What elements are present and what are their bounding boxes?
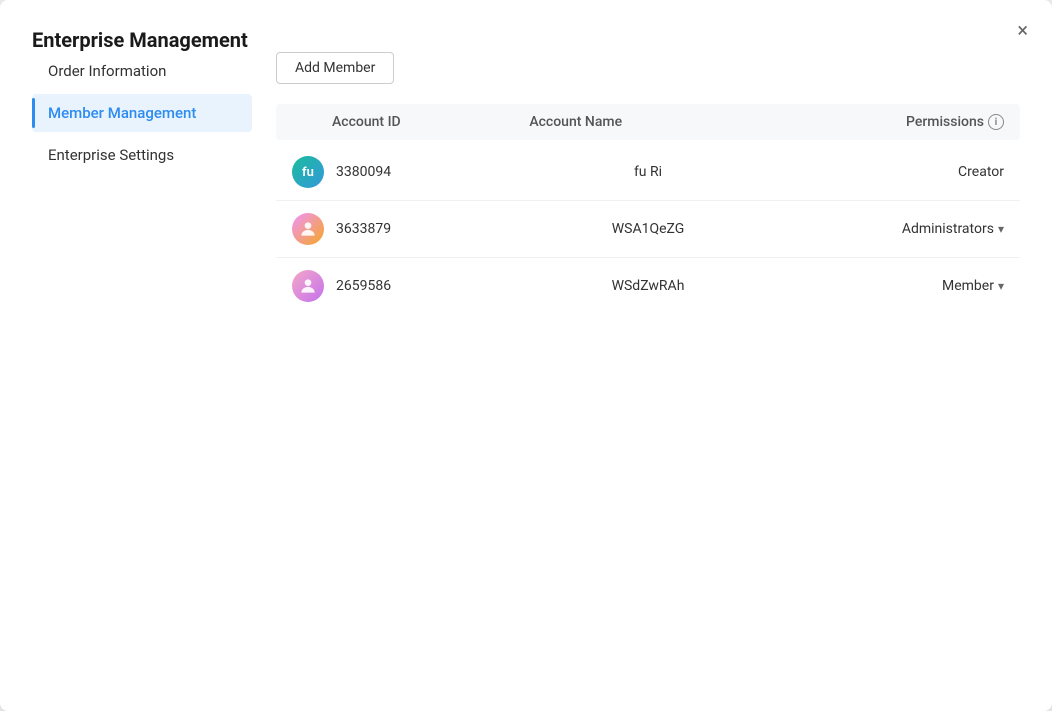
permission-cell-2: Member ▾ — [767, 278, 1004, 294]
permission-label-0: Creator — [958, 164, 1004, 180]
account-id-2: 2659586 — [336, 278, 391, 294]
avatar-1 — [292, 213, 324, 245]
table-header-account-id: Account ID — [292, 114, 529, 130]
permission-dropdown-2[interactable]: ▾ — [998, 279, 1004, 293]
avatar-0: fu — [292, 156, 324, 188]
permissions-info-icon[interactable]: i — [988, 114, 1004, 130]
account-id-cell-1: 3633879 — [292, 213, 529, 245]
table-body: fu3380094fu RiCreator 3633879WSA1QeZGAdm… — [276, 144, 1020, 314]
account-name-0: fu Ri — [529, 164, 766, 180]
enterprise-management-modal: Enterprise Management × Order Informatio… — [0, 0, 1052, 711]
add-member-button[interactable]: Add Member — [276, 52, 394, 84]
members-table: Account IDAccount NamePermissionsi fu 338… — [276, 104, 1020, 314]
table-header-account-name: Account Name — [529, 114, 766, 130]
permission-cell-1: Administrators ▾ — [767, 221, 1004, 237]
close-button[interactable]: × — [1017, 20, 1028, 40]
sidebar: Order Information Member Management Enterp… — [32, 52, 252, 314]
table-row: 3633879 WSA1QeZG Administrators ▾ — [276, 201, 1020, 258]
account-id-cell-0: fu 3380094 — [292, 156, 529, 188]
table-row: 2659586 WSdZwRAh Member ▾ — [276, 258, 1020, 314]
modal-title: Enterprise Management — [32, 28, 248, 52]
permission-label-2: Member — [942, 278, 994, 294]
account-name-2: WSdZwRAh — [529, 278, 766, 294]
permission-cell-0: Creator — [767, 164, 1004, 180]
layout: Order Information Member Management Enterp… — [32, 52, 1020, 314]
permission-dropdown-1[interactable]: ▾ — [998, 222, 1004, 236]
account-name-1: WSA1QeZG — [529, 221, 766, 237]
main-content: Add Member Account IDAccount NamePermiss… — [252, 52, 1020, 314]
avatar-2 — [292, 270, 324, 302]
sidebar-item-order-information[interactable]: Order Information — [32, 52, 252, 90]
permission-label-1: Administrators — [902, 221, 994, 237]
account-id-cell-2: 2659586 — [292, 270, 529, 302]
table-header: Account IDAccount NamePermissionsi — [276, 104, 1020, 140]
account-id-1: 3633879 — [336, 221, 391, 237]
table-row: fu 3380094 fu Ri Creator — [276, 144, 1020, 201]
table-header-permissions: Permissionsi — [767, 114, 1004, 130]
account-id-0: 3380094 — [336, 164, 391, 180]
sidebar-item-member-management[interactable]: Member Management — [32, 94, 252, 132]
sidebar-item-enterprise-settings[interactable]: Enterprise Settings — [32, 136, 252, 174]
